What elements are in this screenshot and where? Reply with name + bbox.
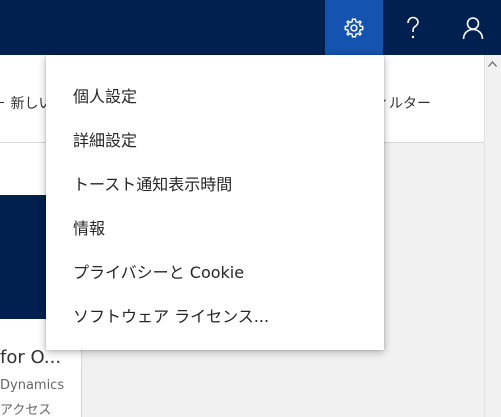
menu-item-software-license[interactable]: ソフトウェア ライセンス... bbox=[46, 295, 384, 339]
app-card-subtitle: Dynamics bbox=[0, 378, 65, 393]
user-profile-button[interactable] bbox=[444, 0, 501, 55]
vertical-scrollbar[interactable] bbox=[484, 55, 501, 417]
menu-item-personal-settings[interactable]: 個人設定 bbox=[46, 75, 384, 119]
question-mark-icon bbox=[407, 16, 419, 38]
menu-item-about[interactable]: 情報 bbox=[46, 207, 384, 251]
menu-item-toast-duration[interactable]: トースト通知表示時間 bbox=[46, 163, 384, 207]
settings-dropdown-menu: 個人設定 詳細設定 トースト通知表示時間 情報 プライバシーと Cookie ソ… bbox=[46, 55, 384, 350]
menu-item-privacy-cookies[interactable]: プライバシーと Cookie bbox=[46, 251, 384, 295]
app-card-description: アクセス bbox=[0, 403, 52, 417]
menu-item-advanced-settings[interactable]: 詳細設定 bbox=[46, 119, 384, 163]
top-navigation-bar bbox=[0, 0, 501, 55]
app-window: ＋ 新しい ィルター for O... Dynamics アクセス 個人設定 詳… bbox=[0, 0, 501, 417]
scroll-up-button[interactable] bbox=[484, 55, 501, 72]
chevron-up-icon bbox=[488, 60, 497, 67]
person-icon bbox=[462, 16, 484, 39]
new-command-button[interactable]: ＋ 新しい bbox=[0, 93, 52, 113]
app-card-title[interactable]: for O... bbox=[0, 347, 61, 368]
settings-button[interactable] bbox=[325, 0, 383, 55]
help-button[interactable] bbox=[384, 0, 442, 55]
gear-icon bbox=[344, 18, 364, 37]
